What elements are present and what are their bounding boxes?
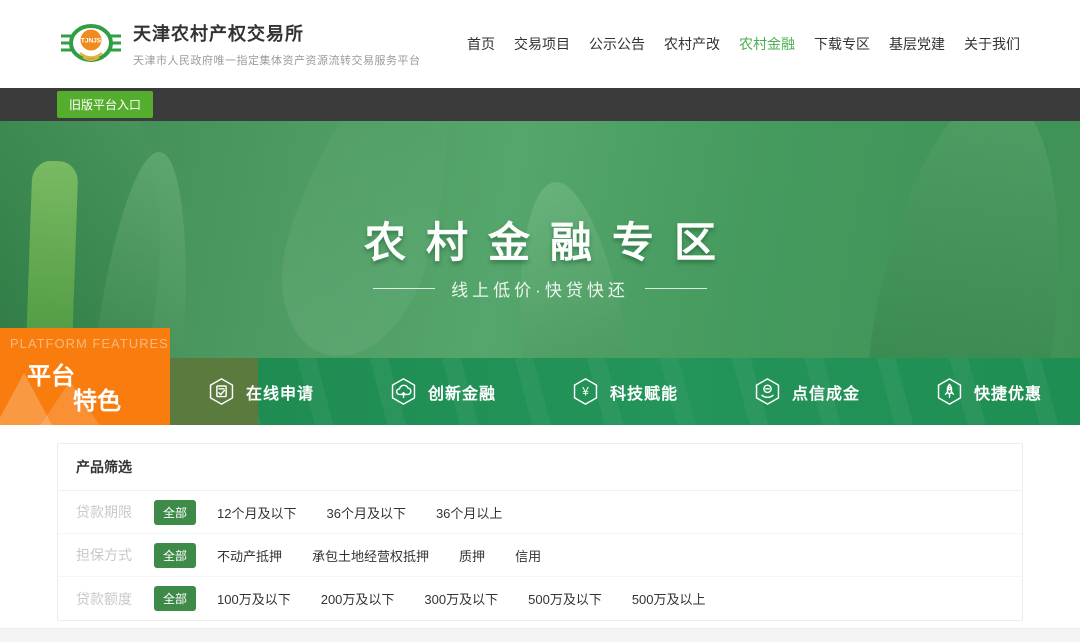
feature-tab-label: 点信成金 — [792, 380, 860, 404]
old-platform-entry-button[interactable]: 旧版平台入口 — [57, 91, 153, 118]
filter-option[interactable]: 100万及以下 — [217, 589, 291, 608]
site-subtitle: 天津市人民政府唯一指定集体资产资源流转交易服务平台 — [133, 52, 421, 68]
site-header: TJNJS 天津农村产权交易所 天津市人民政府唯一指定集体资产资源流转交易服务平… — [0, 0, 1080, 88]
filter-label: 贷款期限 — [76, 502, 136, 522]
filter-option[interactable]: 12个月及以下 — [217, 503, 296, 522]
subtitle-line-right — [645, 288, 707, 289]
banner-subtitle: 线上低价·快贷快还 — [451, 276, 629, 301]
feature-tab-tech-empowerment[interactable]: ¥ 科技赋能 — [534, 358, 716, 425]
feature-tab-innovative-finance[interactable]: 创新金融 — [352, 358, 534, 425]
rocket-icon — [936, 377, 963, 406]
platform-features-eyebrow: PLATFORM FEATURES — [10, 336, 169, 351]
feature-tab-label: 创新金融 — [428, 380, 496, 404]
filter-chip-all[interactable]: 全部 — [154, 543, 196, 568]
filter-option[interactable]: 36个月以上 — [436, 503, 502, 522]
nav-item-downloads[interactable]: 下载专区 — [814, 34, 870, 54]
filter-option[interactable]: 200万及以下 — [321, 589, 395, 608]
filter-row-loan-term: 贷款期限 全部 12个月及以下 36个月及以下 36个月以上 — [58, 491, 1022, 534]
topbar: 旧版平台入口 — [0, 88, 1080, 121]
filter-label: 贷款额度 — [76, 589, 136, 609]
banner-subtitle-row: 线上低价·快贷快还 — [0, 276, 1080, 301]
hero-banner: 农村金融专区 线上低价·快贷快还 PLATFORM FEATURES 平台 特色 — [0, 121, 1080, 425]
filter-option[interactable]: 质押 — [459, 546, 485, 565]
feature-tab-label: 快捷优惠 — [974, 380, 1042, 404]
cloud-icon — [390, 377, 417, 406]
nav-item-about-us[interactable]: 关于我们 — [964, 34, 1020, 54]
filter-row-loan-amount: 贷款额度 全部 100万及以下 200万及以下 300万及以下 500万及以下 … — [58, 577, 1022, 620]
yen-icon: ¥ — [572, 377, 599, 406]
svg-text:¥: ¥ — [581, 385, 589, 399]
product-filter-card: 产品筛选 贷款期限 全部 12个月及以下 36个月及以下 36个月以上 担保方式… — [57, 443, 1023, 621]
filter-option[interactable]: 不动产抵押 — [217, 546, 282, 565]
filter-chip-all[interactable]: 全部 — [154, 586, 196, 611]
filter-option[interactable]: 300万及以下 — [424, 589, 498, 608]
site-title: 天津农村产权交易所 — [133, 20, 421, 46]
feature-tab-online-apply[interactable]: 在线申请 — [170, 358, 352, 425]
filter-option[interactable]: 36个月及以下 — [326, 503, 405, 522]
filter-row-guarantee-type: 担保方式 全部 不动产抵押 承包土地经营权抵押 质押 信用 — [58, 534, 1022, 577]
feature-tabs: 在线申请 创新金融 ¥ 科技赋能 — [170, 358, 1080, 425]
subtitle-line-left — [373, 288, 435, 289]
site-logo-icon: TJNJS — [57, 15, 125, 73]
main-content: 产品筛选 贷款期限 全部 12个月及以下 36个月及以下 36个月以上 担保方式… — [0, 443, 1080, 621]
form-check-icon — [208, 377, 235, 406]
platform-features-block: PLATFORM FEATURES 平台 特色 — [0, 328, 170, 425]
nav-item-trade-projects[interactable]: 交易项目 — [514, 34, 570, 54]
filter-card-title: 产品筛选 — [58, 444, 1022, 491]
brand: TJNJS 天津农村产权交易所 天津市人民政府唯一指定集体资产资源流转交易服务平… — [57, 15, 421, 73]
nav-item-rural-finance[interactable]: 农村金融 — [739, 34, 795, 54]
nav-item-rural-reform[interactable]: 农村产改 — [664, 34, 720, 54]
main-nav: 首页 交易项目 公示公告 农村产改 农村金融 下载专区 基层党建 关于我们 — [467, 34, 1020, 54]
feature-tab-label: 科技赋能 — [610, 380, 678, 404]
brand-text: 天津农村产权交易所 天津市人民政府唯一指定集体资产资源流转交易服务平台 — [133, 20, 421, 68]
coin-hand-icon — [754, 377, 781, 406]
logo-text: TJNJS — [81, 38, 102, 45]
feature-tab-credit-gold[interactable]: 点信成金 — [716, 358, 898, 425]
bottom-strip — [0, 628, 1080, 642]
filter-chip-all[interactable]: 全部 — [154, 500, 196, 525]
filter-label: 担保方式 — [76, 545, 136, 565]
feature-tab-quick-discount[interactable]: 快捷优惠 — [898, 358, 1080, 425]
filter-option[interactable]: 500万及以上 — [632, 589, 706, 608]
feature-tab-label: 在线申请 — [246, 380, 314, 404]
banner-title: 农村金融专区 — [0, 209, 1080, 270]
filter-option[interactable]: 承包土地经营权抵押 — [312, 546, 429, 565]
mountain-decor — [18, 381, 122, 425]
filter-option[interactable]: 500万及以下 — [528, 589, 602, 608]
filter-option[interactable]: 信用 — [515, 546, 541, 565]
page: TJNJS 天津农村产权交易所 天津市人民政府唯一指定集体资产资源流转交易服务平… — [0, 0, 1080, 642]
nav-item-announcements[interactable]: 公示公告 — [589, 34, 645, 54]
nav-item-home[interactable]: 首页 — [467, 34, 495, 54]
nav-item-party-building[interactable]: 基层党建 — [889, 34, 945, 54]
